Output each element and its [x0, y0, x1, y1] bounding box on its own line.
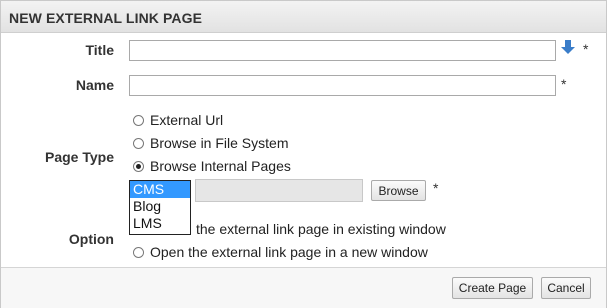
dropdown-option-cms[interactable]: CMS: [130, 181, 190, 198]
dropdown-option-blog[interactable]: Blog: [130, 198, 190, 215]
name-required-mark: *: [561, 76, 567, 92]
arrow-down-icon[interactable]: [561, 39, 575, 55]
name-input[interactable]: [129, 75, 556, 96]
radio-new-window[interactable]: [133, 246, 144, 258]
radio-external-url-label: External Url: [150, 112, 224, 128]
cancel-button[interactable]: Cancel: [541, 277, 591, 299]
radio-internal-pages-label: Browse Internal Pages: [150, 158, 291, 174]
name-label: Name: [75, 77, 114, 93]
option-new-window[interactable]: Open the external link page in a new win…: [133, 243, 428, 261]
title-input[interactable]: [129, 40, 556, 61]
new-external-link-dialog: NEW EXTERNAL LINK PAGE Title * Name * Pa…: [0, 0, 607, 308]
browse-button[interactable]: Browse: [371, 180, 426, 201]
radio-file-system[interactable]: [133, 137, 144, 149]
radio-external-url[interactable]: [133, 114, 144, 126]
page-type-file-system[interactable]: Browse in File System: [133, 134, 288, 152]
internal-page-path-field: [195, 179, 363, 202]
page-type-label: Page Type: [45, 149, 114, 165]
title-label: Title: [85, 42, 114, 58]
radio-internal-pages[interactable]: [133, 160, 144, 172]
dropdown-option-lms[interactable]: LMS: [130, 215, 190, 232]
browse-required-mark: *: [433, 180, 439, 196]
page-type-internal-pages[interactable]: Browse Internal Pages: [133, 157, 291, 175]
create-page-button[interactable]: Create Page: [452, 277, 533, 299]
option-existing-window-label: the external link page in existing windo…: [196, 221, 446, 237]
option-label: Option: [68, 231, 114, 247]
dialog-header: NEW EXTERNAL LINK PAGE: [1, 1, 606, 33]
option-new-window-label: Open the external link page in a new win…: [150, 244, 428, 260]
title-required-mark: *: [583, 41, 589, 57]
option-existing-window[interactable]: the external link page in existing windo…: [196, 220, 446, 238]
dialog-title: NEW EXTERNAL LINK PAGE: [9, 10, 203, 26]
internal-pages-dropdown[interactable]: CMS Blog LMS: [129, 180, 191, 235]
radio-file-system-label: Browse in File System: [150, 135, 289, 151]
page-type-external-url[interactable]: External Url: [133, 111, 223, 129]
dialog-footer: Create Page Cancel: [1, 267, 606, 308]
